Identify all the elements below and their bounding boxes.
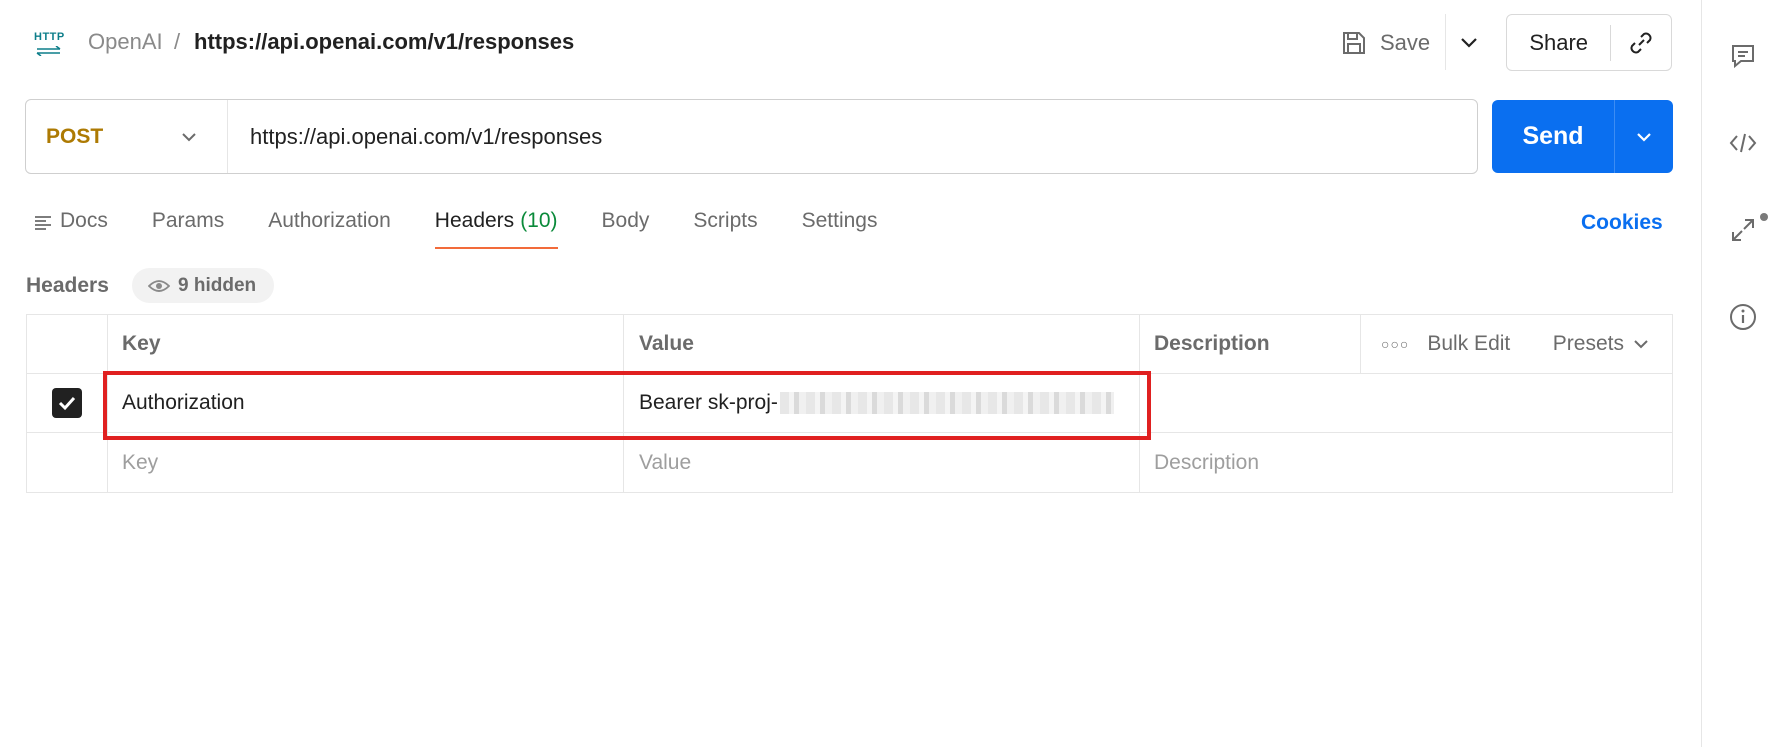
tab-body[interactable]: Body	[602, 205, 650, 249]
send-options-button[interactable]	[1615, 126, 1673, 148]
send-button[interactable]: Send	[1492, 122, 1614, 151]
check-icon	[58, 396, 76, 411]
row-enable-cell	[27, 374, 108, 432]
column-header-value: Value	[624, 315, 1140, 373]
tab-label: Authorization	[268, 209, 391, 232]
tab-label: Headers	[434, 209, 515, 232]
tab-scripts[interactable]: Scripts	[693, 205, 757, 249]
headers-section-title: Headers	[26, 274, 109, 297]
column-header-description: Description	[1140, 315, 1361, 373]
header-check-cell	[27, 315, 108, 373]
presets-dropdown[interactable]: Presets	[1553, 332, 1650, 356]
cookies-link[interactable]: Cookies	[1581, 211, 1663, 235]
info-icon[interactable]	[1728, 302, 1758, 332]
right-sidebar	[1701, 0, 1782, 747]
new-value-input[interactable]: Value	[624, 433, 1140, 492]
request-title[interactable]: https://api.openai.com/v1/responses	[194, 29, 574, 55]
tab-headers[interactable]: Headers (10)	[434, 205, 558, 249]
request-url-bar: POST https://api.openai.com/v1/responses	[25, 99, 1478, 174]
tab-params[interactable]: Params	[152, 205, 224, 249]
highlight-box	[103, 371, 1151, 440]
comments-icon[interactable]	[1728, 41, 1758, 71]
row-enable-cell	[27, 433, 108, 492]
bulk-edit-button[interactable]: Bulk Edit	[1427, 332, 1510, 356]
tab-label: Scripts	[693, 209, 758, 232]
hidden-headers-toggle[interactable]: 9 hidden	[132, 268, 275, 303]
row-actions	[1361, 433, 1672, 492]
presets-label: Presets	[1552, 332, 1624, 355]
tab-label: Settings	[801, 209, 878, 232]
chevron-down-icon	[1637, 132, 1651, 142]
docs-icon	[35, 216, 51, 230]
column-header-key: Key	[108, 315, 624, 373]
notification-dot	[1760, 213, 1768, 221]
eye-icon	[148, 279, 170, 292]
http-request-icon: HTTP	[32, 30, 66, 58]
more-options-icon[interactable]: ○○○	[1381, 336, 1409, 352]
method-select[interactable]: POST	[26, 100, 228, 173]
tab-label: Body	[601, 209, 650, 232]
code-icon[interactable]	[1728, 128, 1758, 158]
tab-authorization[interactable]: Authorization	[268, 205, 391, 249]
breadcrumb-collection[interactable]: OpenAI	[88, 29, 163, 55]
breadcrumb-separator: /	[174, 29, 181, 54]
new-description-input[interactable]: Description	[1140, 433, 1361, 492]
save-options-button[interactable]	[1454, 28, 1484, 58]
row-enable-checkbox[interactable]	[52, 388, 82, 418]
table-row-new: Key Value Description	[27, 433, 1672, 492]
tab-label: Params	[151, 209, 225, 232]
share-button[interactable]: Share	[1507, 30, 1610, 56]
chevron-down-icon	[1634, 340, 1648, 349]
table-header-row: Key Value Description ○○○ Bulk Edit Pres…	[27, 315, 1672, 374]
url-input[interactable]: https://api.openai.com/v1/responses	[228, 124, 602, 150]
share-group: Share	[1506, 14, 1672, 71]
chevron-down-icon	[182, 132, 196, 141]
header-description-field[interactable]	[1140, 374, 1361, 432]
new-key-input[interactable]: Key	[108, 433, 624, 492]
save-label: Save	[1380, 30, 1431, 55]
hidden-count-label: 9 hidden	[178, 274, 257, 296]
tab-docs[interactable]: Docs	[34, 205, 108, 249]
row-actions	[1361, 374, 1672, 432]
related-collections-icon[interactable]	[1728, 215, 1758, 245]
save-icon	[1343, 32, 1365, 54]
tab-settings[interactable]: Settings	[802, 205, 878, 249]
headers-count: (10)	[520, 209, 558, 232]
copy-link-button[interactable]	[1611, 29, 1671, 57]
tab-label: Docs	[60, 209, 108, 232]
toolbar-divider	[1445, 14, 1446, 70]
chevron-down-icon	[1461, 38, 1477, 48]
save-button[interactable]: Save	[1340, 22, 1430, 64]
method-label: POST	[46, 124, 104, 148]
top-bar: HTTP OpenAI / https://api.openai.com/v1/…	[0, 0, 1700, 86]
request-tabs: Docs Params Authorization Headers (10) B…	[34, 205, 922, 249]
send-group: Send	[1492, 100, 1673, 173]
table-actions: ○○○ Bulk Edit Presets	[1361, 315, 1672, 373]
link-icon	[1630, 32, 1652, 53]
